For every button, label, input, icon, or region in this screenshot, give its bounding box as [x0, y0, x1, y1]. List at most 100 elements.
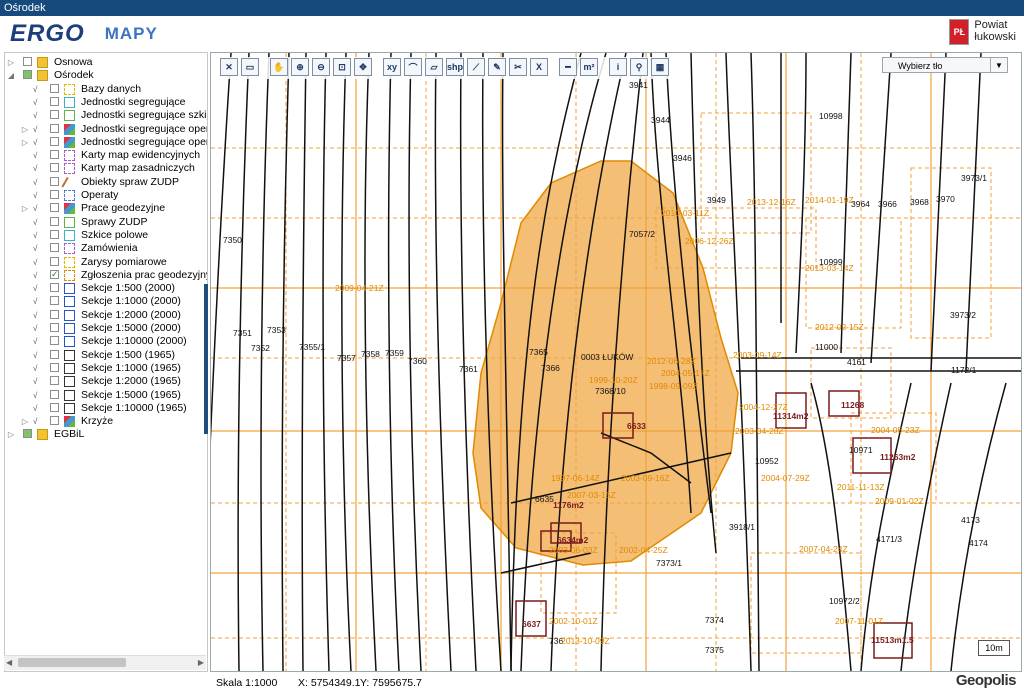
layer-checkbox[interactable]	[50, 96, 59, 106]
pin-tool[interactable]: ⚲	[630, 58, 648, 76]
scroll-left-icon[interactable]: ◀	[6, 656, 12, 670]
layer-checkbox[interactable]	[50, 190, 59, 199]
coordinates-tool[interactable]: xy	[383, 58, 401, 76]
visibility-icon[interactable]: √	[33, 415, 37, 428]
delete-tool[interactable]: X	[530, 58, 548, 76]
visibility-icon[interactable]: √	[33, 83, 37, 96]
layer-checkbox[interactable]	[50, 203, 59, 213]
layer-checkbox[interactable]	[50, 268, 59, 281]
layer-checkbox[interactable]	[50, 110, 59, 120]
powiat-line1: Powiat	[974, 19, 1008, 31]
scroll-right-icon[interactable]: ▶	[198, 656, 204, 670]
polygon-tool[interactable]: ▱	[425, 58, 443, 76]
save-tool[interactable]: ▭	[241, 58, 259, 76]
visibility-icon[interactable]: √	[33, 123, 37, 136]
app-header: ERGO MAPY PŁ Powiat łukowski	[0, 16, 1024, 52]
layer-label: Jednostki segregujące operatów	[81, 135, 208, 148]
layer-tree-panel[interactable]: ▷ Osnowa ◢ Ośrodek √ Bazy danych √ Jednostki se…	[4, 52, 208, 672]
visibility-icon[interactable]: √	[33, 362, 37, 375]
expander-icon[interactable]: ▷	[21, 202, 29, 215]
expander-icon[interactable]: ▷	[21, 415, 29, 428]
visibility-icon[interactable]: √	[33, 189, 37, 202]
layer-checkbox[interactable]	[50, 123, 59, 133]
info-tool[interactable]: i	[609, 58, 627, 76]
polyline-tool[interactable]: ⌒	[404, 58, 422, 76]
layer-checkbox[interactable]	[50, 416, 59, 426]
zoom-window-tool[interactable]: ⊡	[333, 58, 351, 76]
zoom-out-tool[interactable]: ⊖	[312, 58, 330, 76]
expander-icon[interactable]: ▷	[7, 428, 15, 441]
expander-icon[interactable]: ▷	[21, 136, 29, 149]
zoom-in-tool[interactable]: ⊕	[291, 58, 309, 76]
layer-checkbox[interactable]	[50, 336, 59, 346]
background-select[interactable]: Wybierz tło ▼	[882, 57, 1008, 73]
layer-checkbox[interactable]	[50, 176, 59, 186]
map-canvas[interactable]: 3941 3944 3946 3949 10998 3964 3966 3968 3970 397…	[210, 52, 1022, 672]
visibility-icon[interactable]: √	[33, 149, 37, 162]
map-drawing[interactable]: 3941 3944 3946 3949 10998 3964 3966 3968 3970 397…	[211, 53, 1021, 671]
measure-length-tool[interactable]: ━	[559, 58, 577, 76]
visibility-icon[interactable]: √	[33, 176, 37, 189]
visibility-icon[interactable]: √	[33, 402, 37, 415]
visibility-icon[interactable]: √	[33, 162, 37, 175]
visibility-icon[interactable]: √	[33, 282, 37, 295]
visibility-icon[interactable]: √	[33, 109, 37, 122]
layer-checkbox[interactable]	[50, 362, 59, 372]
layer-checkbox[interactable]	[50, 402, 59, 412]
layer-checkbox[interactable]	[50, 349, 59, 359]
visibility-icon[interactable]: √	[33, 256, 37, 269]
visibility-icon[interactable]: √	[33, 229, 37, 242]
parcel-number-label: 7374	[705, 615, 724, 625]
raster-tool[interactable]: ▦	[651, 58, 669, 76]
layer-tree-hscrollbar[interactable]: ◀ ▶	[4, 655, 206, 670]
work-zone-polygon[interactable]	[472, 160, 739, 566]
layer-checkbox[interactable]	[50, 136, 59, 146]
visibility-icon[interactable]: √	[33, 295, 37, 308]
layer-checkbox[interactable]	[50, 376, 59, 386]
line-tool[interactable]: ⟋	[467, 58, 485, 76]
scrollbar-thumb[interactable]	[18, 658, 126, 667]
layer-checkbox[interactable]	[50, 243, 59, 253]
zoom-extent-tool[interactable]: ✥	[354, 58, 372, 76]
expander-icon[interactable]: ▷	[21, 123, 29, 136]
visibility-icon[interactable]: √	[33, 96, 37, 109]
layer-checkbox[interactable]	[50, 150, 59, 160]
layer-checkbox[interactable]	[50, 309, 59, 319]
expander-icon[interactable]: ▷	[7, 56, 15, 69]
layer-style-icon	[64, 283, 75, 295]
visibility-icon[interactable]: √	[33, 269, 37, 282]
pan-tool[interactable]: ✋	[270, 58, 288, 76]
parcel-number-label: 3949	[707, 195, 726, 205]
shp-tool[interactable]: shp	[446, 58, 464, 76]
visibility-icon[interactable]: √	[33, 309, 37, 322]
visibility-icon[interactable]: √	[33, 136, 37, 149]
close-tool[interactable]: ✕	[220, 58, 238, 76]
layer-checkbox[interactable]	[23, 57, 32, 66]
visibility-icon[interactable]: √	[33, 335, 37, 348]
edit-tool[interactable]: ✎	[488, 58, 506, 76]
expander-icon[interactable]: ◢	[7, 69, 15, 82]
layer-checkbox[interactable]	[50, 323, 59, 332]
layer-checkbox[interactable]	[50, 296, 59, 306]
visibility-icon[interactable]: √	[33, 322, 37, 335]
visibility-icon[interactable]: √	[33, 202, 37, 215]
measure-area-tool[interactable]: m²	[580, 58, 598, 76]
visibility-icon[interactable]: √	[33, 375, 37, 388]
visibility-icon[interactable]: √	[33, 242, 37, 255]
layer-checkbox[interactable]	[23, 429, 32, 439]
layer-checkbox[interactable]	[50, 229, 59, 239]
panel-splitter[interactable]	[204, 284, 208, 434]
layer-checkbox[interactable]	[50, 283, 59, 293]
layer-checkbox[interactable]	[50, 389, 59, 399]
cut-tool[interactable]: ✂	[509, 58, 527, 76]
layer-checkbox[interactable]	[50, 216, 59, 226]
logo-main: ERGO	[10, 20, 85, 47]
layer-checkbox[interactable]	[23, 70, 32, 80]
visibility-icon[interactable]: √	[33, 216, 37, 229]
layer-checkbox[interactable]	[50, 83, 59, 93]
visibility-icon[interactable]: √	[33, 349, 37, 362]
visibility-icon[interactable]: √	[33, 389, 37, 402]
layer-checkbox[interactable]	[50, 163, 59, 173]
layer-checkbox[interactable]	[50, 256, 59, 266]
chevron-down-icon[interactable]: ▼	[990, 58, 1007, 72]
